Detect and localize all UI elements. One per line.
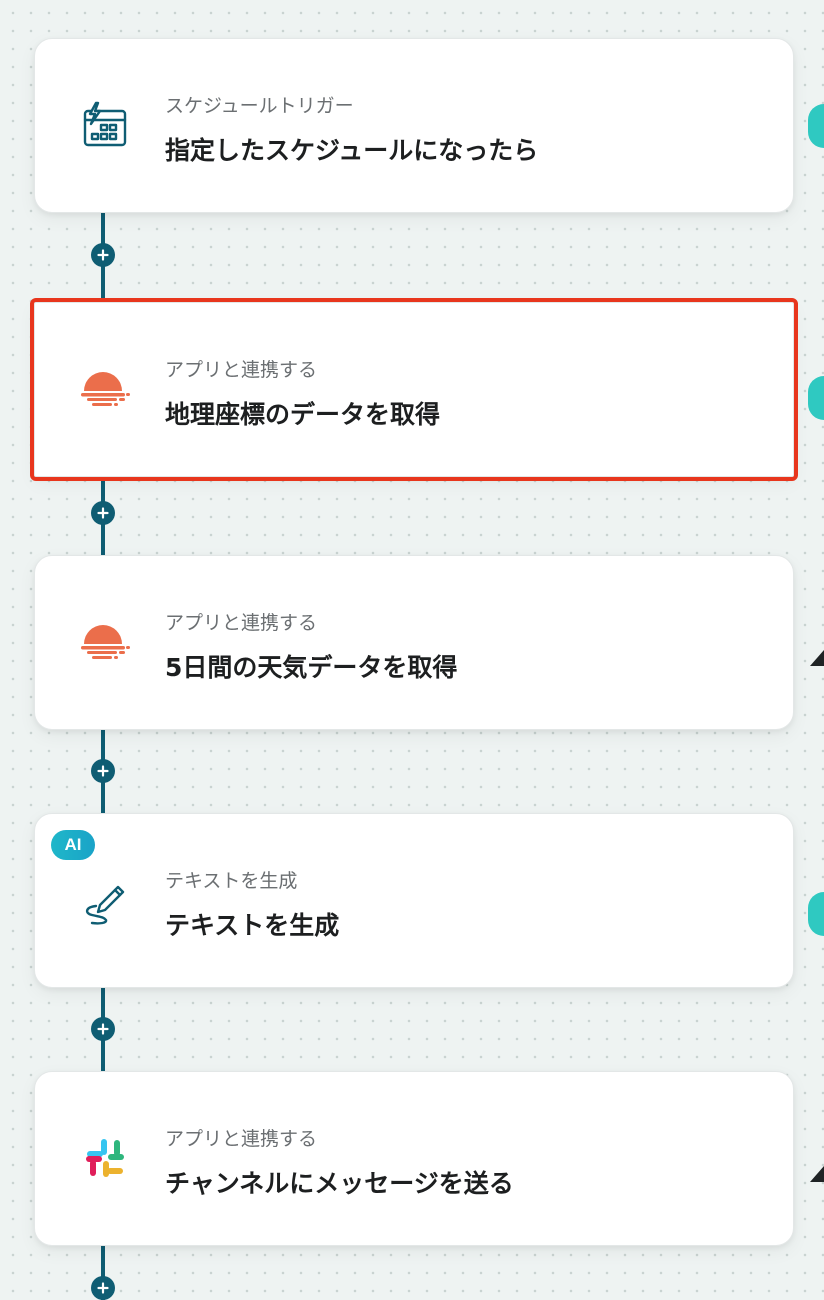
step-subtitle: アプリと連携する bbox=[165, 1128, 318, 1150]
step-subtitle: アプリと連携する bbox=[165, 359, 318, 381]
openweather-icon bbox=[77, 614, 133, 670]
flow-step-schedule-trigger[interactable]: スケジュールトリガー 指定したスケジュールになったら bbox=[34, 38, 794, 213]
warning-icon bbox=[810, 650, 824, 666]
step-subtitle: アプリと連携する bbox=[165, 612, 318, 634]
add-step-button[interactable] bbox=[91, 759, 115, 783]
add-step-button[interactable] bbox=[91, 243, 115, 267]
plus-icon bbox=[97, 1023, 109, 1035]
add-step-button[interactable] bbox=[91, 1276, 115, 1300]
step-subtitle: テキストを生成 bbox=[165, 870, 298, 892]
step-title: チャンネルにメッセージを送る bbox=[165, 1169, 514, 1198]
plus-icon bbox=[97, 507, 109, 519]
add-step-button[interactable] bbox=[91, 501, 115, 525]
side-panel-tab[interactable] bbox=[808, 104, 824, 148]
flow-step-generate-text[interactable]: AI テキストを生成 テキストを生成 bbox=[34, 813, 794, 988]
plus-icon bbox=[97, 249, 109, 261]
step-title: 地理座標のデータを取得 bbox=[165, 400, 441, 429]
side-panel-tab[interactable] bbox=[808, 892, 824, 936]
warning-icon bbox=[810, 1166, 824, 1182]
add-step-button[interactable] bbox=[91, 1017, 115, 1041]
openweather-icon bbox=[77, 361, 133, 417]
step-title: 指定したスケジュールになったら bbox=[165, 136, 539, 165]
plus-icon bbox=[97, 1282, 109, 1294]
step-title: 5日間の天気データを取得 bbox=[165, 653, 458, 682]
pen-text-icon bbox=[77, 872, 133, 928]
side-panel-tab[interactable] bbox=[808, 376, 824, 420]
flow-step-slack-message[interactable]: アプリと連携する チャンネルにメッセージを送る bbox=[34, 1071, 794, 1246]
flow-step-5day-weather[interactable]: アプリと連携する 5日間の天気データを取得 bbox=[34, 555, 794, 730]
step-title: テキストを生成 bbox=[165, 911, 340, 940]
ai-badge: AI bbox=[51, 830, 95, 860]
schedule-calendar-icon bbox=[77, 97, 133, 153]
flow-step-geocoding[interactable]: アプリと連携する 地理座標のデータを取得 bbox=[30, 298, 798, 481]
step-subtitle: スケジュールトリガー bbox=[165, 95, 354, 117]
slack-icon bbox=[77, 1130, 133, 1186]
plus-icon bbox=[97, 765, 109, 777]
